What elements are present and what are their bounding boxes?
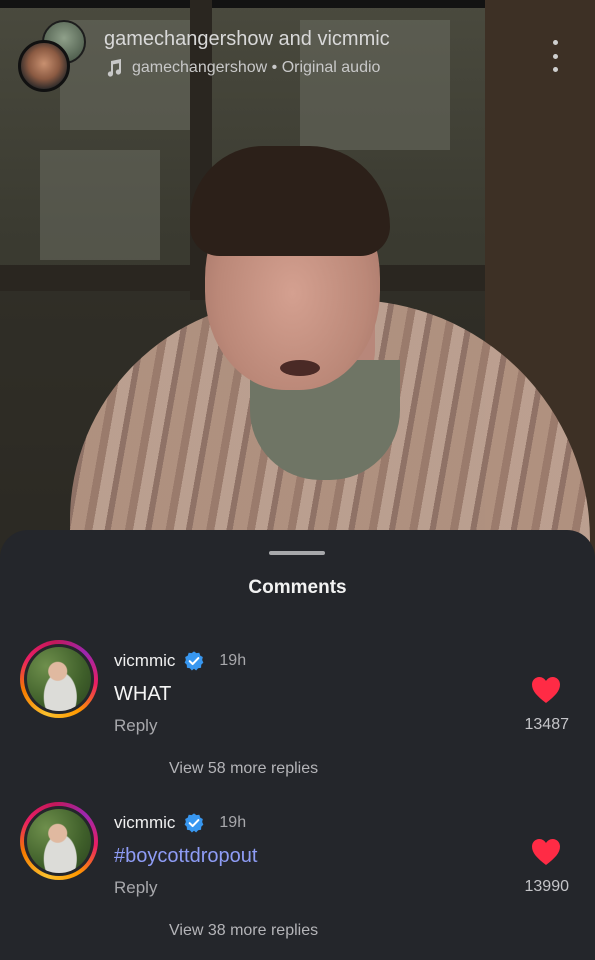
audio-info[interactable]: gamechangershow • Original audio bbox=[104, 58, 380, 78]
verified-badge-icon bbox=[185, 651, 204, 671]
comment-text: WHAT bbox=[114, 683, 172, 705]
comment-header: vicmmic 19h bbox=[114, 812, 246, 834]
like-count: 13990 bbox=[524, 878, 570, 895]
video-person-hair bbox=[190, 146, 390, 256]
comment-header: vicmmic 19h bbox=[114, 650, 246, 672]
avatar-gamechangershow[interactable] bbox=[18, 40, 70, 92]
comments-sheet: Comments vicmmic 19h WHAT Reply 13487 Vi… bbox=[0, 530, 595, 960]
comment-avatar[interactable] bbox=[20, 802, 98, 880]
video-person-mouth bbox=[280, 360, 320, 376]
avatar-photo bbox=[27, 647, 91, 711]
comment-username[interactable]: vicmmic bbox=[114, 651, 175, 671]
heart-icon[interactable] bbox=[531, 676, 561, 704]
reel-header: gamechangershow and vicmmic gamechangers… bbox=[0, 14, 595, 94]
comment-item: vicmmic 19h WHAT Reply 13487 View 58 mor… bbox=[0, 640, 595, 790]
like-count: 13487 bbox=[524, 716, 570, 733]
comment-avatar[interactable] bbox=[20, 640, 98, 718]
avatar-photo bbox=[27, 809, 91, 873]
comment-time: 19h bbox=[219, 652, 247, 669]
collab-avatars[interactable] bbox=[18, 20, 88, 92]
music-note-icon bbox=[107, 59, 122, 77]
sheet-title: Comments bbox=[248, 577, 347, 598]
heart-icon[interactable] bbox=[531, 838, 561, 866]
vertical-dots-icon[interactable] bbox=[545, 40, 565, 72]
comment-item: vicmmic 19h #boycottdropout Reply 13990 … bbox=[0, 802, 595, 952]
reel-authors[interactable]: gamechangershow and vicmmic bbox=[104, 28, 390, 51]
reply-button[interactable]: Reply bbox=[114, 716, 157, 736]
background-window bbox=[40, 150, 160, 260]
reply-button[interactable]: Reply bbox=[114, 878, 157, 898]
drag-handle[interactable] bbox=[269, 551, 325, 555]
view-more-replies[interactable]: View 38 more replies bbox=[169, 922, 318, 940]
verified-badge-icon bbox=[185, 813, 204, 833]
audio-label: gamechangershow • Original audio bbox=[132, 59, 381, 76]
view-more-replies[interactable]: View 58 more replies bbox=[169, 760, 318, 778]
comment-time: 19h bbox=[219, 814, 247, 831]
comment-username[interactable]: vicmmic bbox=[114, 813, 175, 833]
comment-hashtag[interactable]: #boycottdropout bbox=[114, 845, 257, 868]
